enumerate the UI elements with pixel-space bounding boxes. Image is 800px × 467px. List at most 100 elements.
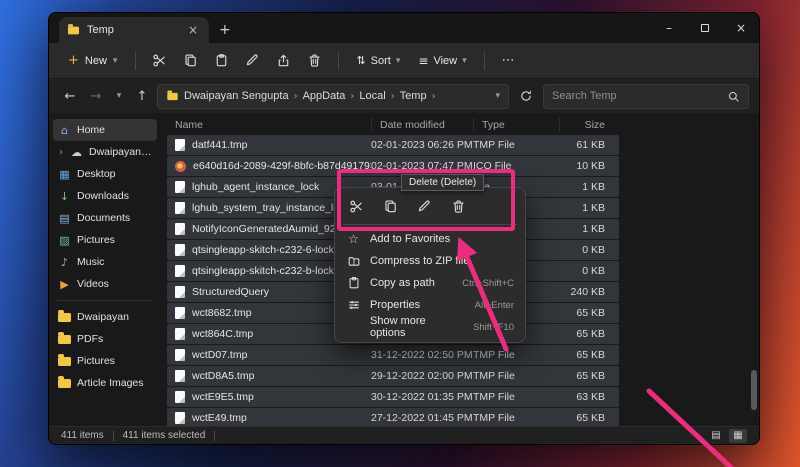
search-input[interactable]: [552, 90, 721, 102]
sidebar-label: Downloads: [77, 190, 129, 202]
name-cell: wctE9E5.tmp: [167, 391, 371, 403]
scrollbar-thumb[interactable]: [751, 370, 757, 410]
file-size: 63 KB: [559, 391, 611, 403]
breadcrumb-segment[interactable]: AppData: [303, 90, 346, 102]
file-icon: [175, 223, 185, 235]
sidebar-item-onedrive[interactable]: ›☁Dwaipayan - Per: [53, 141, 157, 163]
sidebar-item-home[interactable]: ⌂Home: [53, 119, 157, 141]
file-name: qtsingleapp-skitch-c232-b-lockfile: [192, 265, 347, 277]
file-type: TMP File: [473, 391, 559, 403]
column-header-type[interactable]: Type: [473, 118, 559, 132]
column-header-date[interactable]: Date modified: [371, 118, 473, 132]
table-row[interactable]: wctE49.tmp27-12-2022 01:45 PMTMP File65 …: [167, 408, 619, 426]
new-tab-button[interactable]: +: [209, 22, 241, 43]
file-date: 27-12-2022 01:45 PM: [371, 412, 473, 424]
delete-tooltip: Delete (Delete): [401, 174, 484, 191]
refresh-button[interactable]: [513, 84, 539, 109]
sidebar-item-documents[interactable]: ▤Documents: [53, 207, 157, 229]
delete-button[interactable]: [300, 47, 329, 74]
file-size: 0 KB: [559, 265, 611, 277]
column-header-name[interactable]: Name: [161, 118, 371, 132]
star-icon: ☆: [346, 232, 361, 246]
cut-icon: [152, 53, 167, 68]
ico-file-icon: [175, 161, 186, 172]
maximize-button[interactable]: [687, 13, 723, 43]
sidebar-item-desktop[interactable]: ▦Desktop: [53, 163, 157, 185]
share-button[interactable]: [269, 47, 298, 74]
sort-button[interactable]: ⇅ Sort ▾: [348, 49, 408, 72]
sidebar-item-pdfs[interactable]: PDFs: [53, 328, 157, 350]
table-row[interactable]: wctD07.tmp31-12-2022 02:50 PMTMP File65 …: [167, 345, 619, 365]
menu-item-copy-as-path[interactable]: Copy as path Ctrl+Shift+C: [339, 272, 521, 294]
music-icon: ♪: [58, 256, 71, 269]
table-row[interactable]: wctD8A5.tmp29-12-2022 02:00 PMTMP File65…: [167, 366, 619, 386]
recent-locations-button[interactable]: ▾: [111, 91, 127, 101]
table-row[interactable]: e640d16d-2089-429f-8bfc-b87d49179394.tmp…: [167, 156, 619, 176]
list-view-toggle[interactable]: ▤: [707, 429, 725, 443]
sidebar-item-downloads[interactable]: ↓Downloads: [53, 185, 157, 207]
chevron-down-icon: ▾: [396, 56, 401, 66]
tab-close-icon[interactable]: ×: [185, 24, 201, 36]
file-date: 29-12-2022 02:00 PM: [371, 370, 473, 382]
sidebar-item-article-images[interactable]: Article Images: [53, 372, 157, 394]
file-size: 65 KB: [559, 307, 611, 319]
table-row[interactable]: wctE9E5.tmp30-12-2022 01:35 PMTMP File63…: [167, 387, 619, 407]
menu-item-properties[interactable]: Properties Alt+Enter: [339, 294, 521, 316]
back-button[interactable]: ←: [59, 89, 81, 104]
close-button[interactable]: ×: [723, 13, 759, 43]
file-size: 1 KB: [559, 223, 611, 235]
tab-temp[interactable]: Temp ×: [59, 17, 209, 43]
breadcrumb-segment[interactable]: Temp: [400, 90, 427, 102]
cut-button[interactable]: [145, 47, 174, 74]
file-date: 02-01-2023 06:26 PM: [371, 139, 473, 151]
details-view-toggle[interactable]: ▦: [729, 429, 747, 443]
ctx-cut-button[interactable]: [343, 194, 370, 218]
vertical-scrollbar[interactable]: [751, 137, 757, 420]
sidebar-label: PDFs: [77, 333, 103, 345]
sidebar-divider: [57, 300, 153, 301]
copy-button[interactable]: [176, 47, 205, 74]
more-options-button[interactable]: ⋯: [494, 47, 523, 74]
sidebar-label: Desktop: [77, 168, 116, 180]
address-dropdown-icon[interactable]: ▾: [495, 91, 500, 101]
forward-button[interactable]: →: [85, 89, 107, 104]
search-box[interactable]: [543, 84, 749, 109]
new-button[interactable]: + New ▾: [59, 48, 126, 73]
sidebar-item-pictures-folder[interactable]: Pictures: [53, 350, 157, 372]
toolbar-divider: [135, 52, 136, 70]
ctx-copy-button[interactable]: [377, 194, 404, 218]
minimize-button[interactable]: –: [651, 13, 687, 43]
sidebar-item-music[interactable]: ♪ Music: [53, 251, 157, 273]
sidebar-item-dwaipayan[interactable]: Dwaipayan: [53, 306, 157, 328]
file-icon: [175, 412, 185, 424]
ctx-rename-button[interactable]: [411, 194, 438, 218]
delete-icon: [451, 199, 466, 214]
view-button[interactable]: ≡ View ▾: [410, 49, 474, 73]
copy-icon: [183, 53, 198, 68]
rename-button[interactable]: [238, 47, 267, 74]
sidebar-label: Article Images: [77, 377, 144, 389]
menu-item-compress-zip[interactable]: Compress to ZIP file: [339, 250, 521, 272]
folder-icon: [167, 92, 177, 99]
name-cell: wctD07.tmp: [167, 349, 371, 361]
paste-button[interactable]: [207, 47, 236, 74]
expand-chevron-icon[interactable]: ›: [58, 147, 64, 158]
view-toggles: ▤ ▦: [707, 429, 747, 443]
menu-item-show-more-options[interactable]: Show more options Shift+F10: [339, 316, 521, 338]
breadcrumb-segment[interactable]: Local: [359, 90, 385, 102]
up-button[interactable]: ↑: [131, 89, 153, 104]
sidebar-label: Music: [77, 256, 104, 268]
sidebar-label: Dwaipayan - Per: [89, 146, 152, 158]
menu-item-shortcut: Ctrl+Shift+C: [462, 278, 514, 289]
column-header-size[interactable]: Size: [559, 118, 611, 132]
ctx-delete-button[interactable]: [445, 194, 472, 218]
table-row[interactable]: datf441.tmp02-01-2023 06:26 PMTMP File61…: [167, 135, 619, 155]
breadcrumb-segment[interactable]: Dwaipayan Sengupta: [184, 90, 289, 102]
new-label: New: [85, 55, 107, 67]
folder-icon: [58, 357, 71, 366]
breadcrumb[interactable]: Dwaipayan Sengupta › AppData › Local › T…: [157, 84, 509, 109]
menu-item-add-to-favorites[interactable]: ☆ Add to Favorites: [339, 228, 521, 250]
sidebar-item-videos[interactable]: ▶Videos: [53, 273, 157, 295]
sidebar-item-pictures[interactable]: ▨Pictures: [53, 229, 157, 251]
file-icon: [175, 202, 185, 214]
